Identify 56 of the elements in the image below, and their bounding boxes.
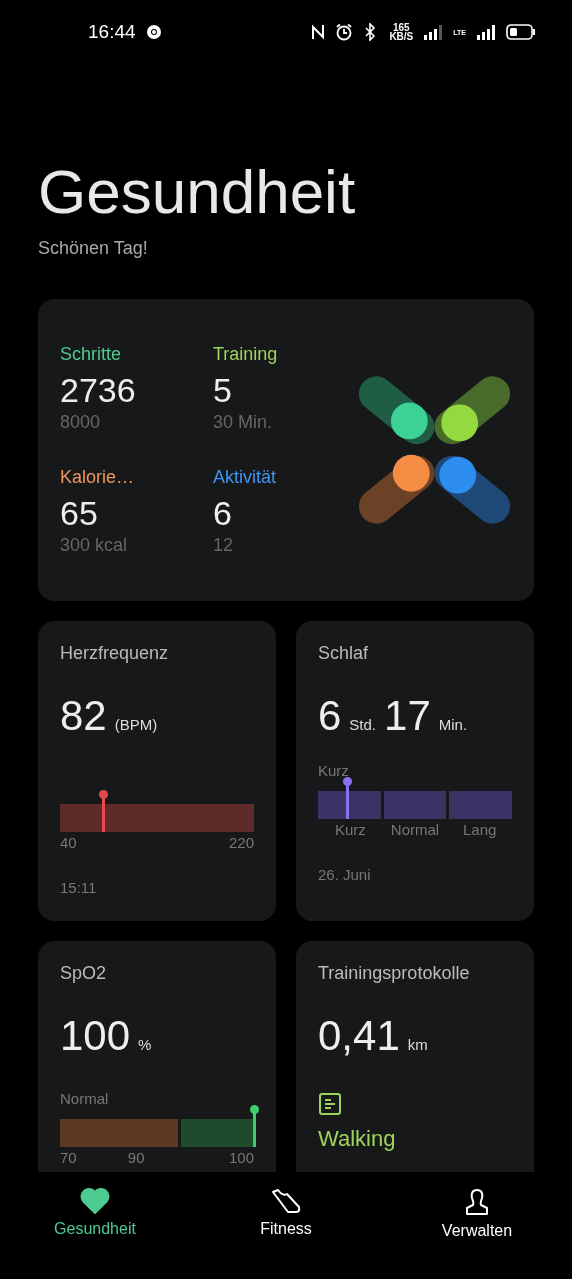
sleep-date: 26. Juni [318,866,372,883]
signal-icon [476,24,496,40]
network-speed: 165 KB/S [389,23,414,41]
page-title: Gesundheit [38,156,357,228]
sleep-minutes: 17 [384,692,431,740]
nfc-icon [311,23,326,41]
stat-goal: 12 [213,535,235,556]
nav-tab[interactable]: Gesundheit [30,1188,160,1248]
browser-icon [145,24,162,40]
spo2-status: Normal [60,1090,110,1107]
alarm-icon [335,23,354,41]
distance-value: 0,41 [318,1012,400,1060]
stat-goal: 30 Min. [213,412,274,433]
activity-name: Walking [318,1126,397,1152]
range-max: 220 [228,834,254,851]
tick-label: 70 [60,1149,78,1166]
stat-value: 5 [213,371,233,410]
unit-label: km [407,1036,428,1053]
spo2-value: 100 [60,1012,131,1060]
unit-label: Std. [349,716,377,733]
heart-icon [80,1188,110,1214]
shoe-icon [270,1188,302,1214]
stat-value: 65 [60,494,99,533]
stat-value: 6 [213,494,233,533]
battery-icon [506,24,536,40]
nav-tab[interactable]: Verwalten [412,1188,542,1248]
sleep-hours: 6 [318,692,342,740]
stat-label: Training [213,344,279,365]
range-min: 40 [60,834,77,851]
tick-label: 90 [127,1149,145,1166]
unit-label: (BPM) [114,716,158,733]
stat-goal: 300 kcal [60,535,129,556]
document-icon [318,1092,342,1116]
segment-label: Normal [389,821,441,838]
segment-label: Lang [462,821,498,838]
sleep-status: Kurz [318,762,350,779]
card-title: Schlaf [318,643,370,664]
segment-label: Kurz [333,821,367,838]
unit-label: % [138,1036,152,1053]
signal-icon [423,24,444,40]
heart-rate-value: 82 [60,692,107,740]
unit-label: Min. [438,716,468,733]
stat-value: 2736 [60,371,137,410]
stat-label: Schritte [60,344,123,365]
person-icon [463,1188,491,1216]
tick-label: 100 [227,1149,254,1166]
measure-time: 15:11 [60,879,98,896]
greeting: Schönen Tag! [38,238,149,259]
stat-label: Aktivität [213,467,278,488]
card-title: SpO2 [60,963,108,984]
card-title: Trainingsprotokolle [318,963,471,984]
stat-label: Kalorie… [60,467,136,488]
stat-goal: 8000 [60,412,102,433]
card-title: Herzfrequenz [60,643,170,664]
status-time: 16:44 [88,21,136,43]
nav-tab[interactable]: Fitness [221,1188,351,1248]
